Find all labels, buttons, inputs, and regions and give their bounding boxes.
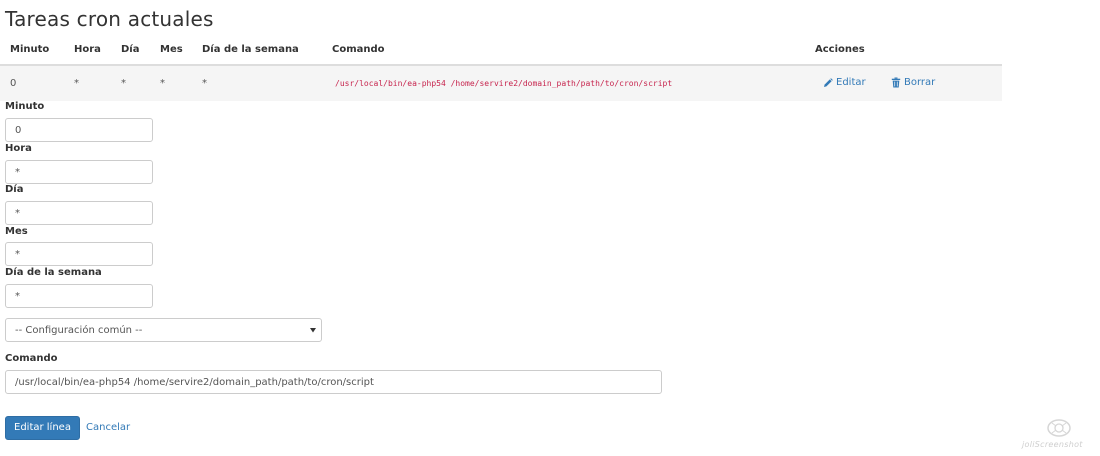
delete-link-label: Borrar: [904, 77, 936, 88]
column-header-day: Día: [121, 44, 140, 55]
column-header-minute: Minuto: [10, 44, 50, 55]
caret-down-icon: [310, 328, 316, 333]
edit-link-label: Editar: [836, 77, 866, 88]
month-input[interactable]: [5, 242, 153, 266]
cell-command: /usr/local/bin/ea-php54 /home/servire2/d…: [335, 79, 673, 88]
day-input[interactable]: [5, 201, 153, 225]
delete-link[interactable]: Borrar: [891, 77, 935, 88]
table-row: 0 * * * * /usr/local/bin/ea-php54 /home/…: [0, 66, 1002, 101]
column-header-command: Comando: [332, 44, 385, 55]
command-input[interactable]: [5, 370, 662, 394]
day-label: Día: [5, 184, 24, 195]
page-title: Tareas cron actuales: [5, 7, 214, 31]
hour-label: Hora: [5, 143, 32, 154]
cell-weekday: *: [202, 78, 207, 89]
cancel-link[interactable]: Cancelar: [86, 422, 130, 433]
table-header: Minuto Hora Día Mes Día de la semana Com…: [0, 38, 1002, 66]
cell-minute: 0: [10, 78, 17, 89]
column-header-hour: Hora: [74, 44, 101, 55]
camera-lens-icon: [1047, 419, 1071, 437]
edit-line-button[interactable]: Editar línea: [5, 416, 80, 440]
watermark: joliScreenshot: [1022, 418, 1098, 454]
cell-month: *: [160, 78, 165, 89]
minute-input[interactable]: [5, 118, 153, 142]
command-label: Comando: [5, 353, 58, 364]
common-settings-select[interactable]: -- Configuración común --: [5, 318, 322, 342]
column-header-weekday: Día de la semana: [202, 44, 299, 55]
hour-input[interactable]: [5, 160, 153, 184]
edit-link[interactable]: Editar: [823, 77, 866, 88]
column-header-month: Mes: [160, 44, 183, 55]
common-settings-selected: -- Configuración común --: [15, 325, 143, 336]
cell-hour: *: [74, 78, 79, 89]
watermark-text: joliScreenshot: [1022, 440, 1083, 449]
pencil-icon: [824, 77, 833, 87]
month-label: Mes: [5, 226, 28, 237]
trash-icon: [891, 77, 901, 88]
cell-day: *: [121, 78, 126, 89]
column-header-actions: Acciones: [815, 44, 865, 55]
minute-label: Minuto: [5, 101, 45, 112]
cron-jobs-table: Minuto Hora Día Mes Día de la semana Com…: [0, 38, 1002, 101]
weekday-input[interactable]: [5, 284, 153, 308]
weekday-label: Día de la semana: [5, 267, 102, 278]
